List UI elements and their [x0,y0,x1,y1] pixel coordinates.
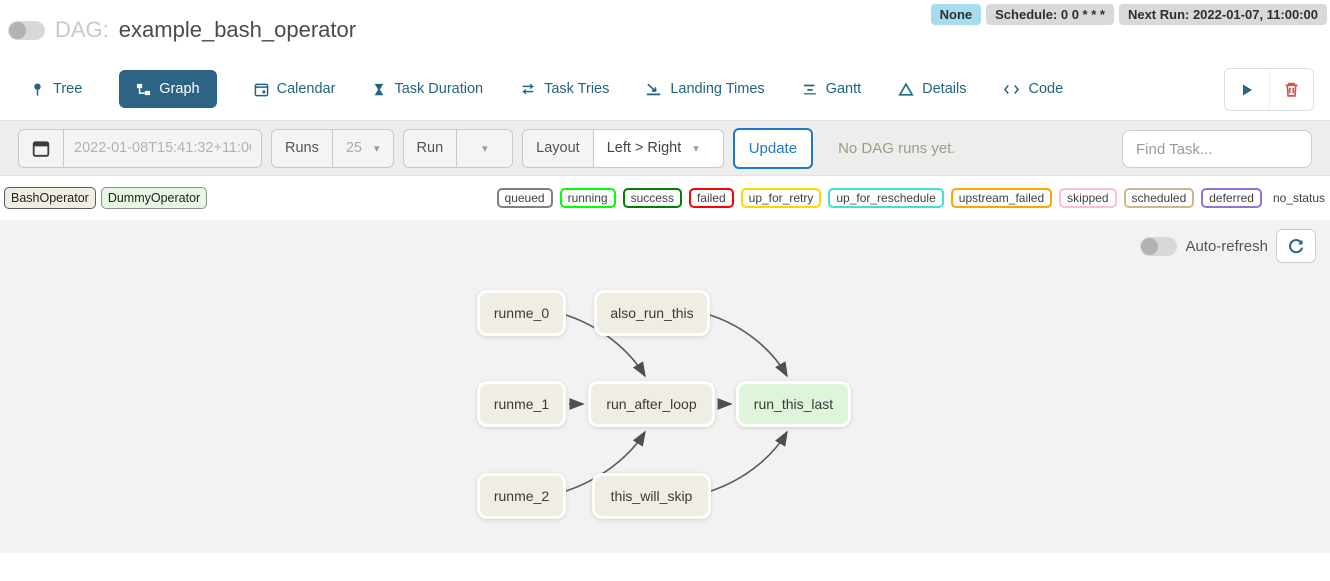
schedule-badges: None Schedule: 0 0 * * * Next Run: 2022-… [931,4,1327,25]
legend-bar: BashOperator DummyOperator queued runnin… [0,176,1330,220]
schedule-badge: Schedule: 0 0 * * * [986,4,1114,25]
auto-refresh-controls: Auto-refresh [1140,229,1316,263]
status-badge-up-for-reschedule: up_for_reschedule [828,188,943,208]
edge-this_will_skip-run_this_last [711,432,787,491]
delete-dag-button[interactable] [1269,69,1313,110]
dag-header: DAG: example_bash_operator None Schedule… [0,0,1330,58]
layout-group: Layout Left > Right [522,129,724,168]
calendar-icon [254,82,269,97]
graph-icon [136,82,151,97]
update-button[interactable]: Update [733,128,813,169]
execution-date-group [18,129,262,168]
refresh-button[interactable] [1276,229,1316,263]
tab-code[interactable]: Code [1003,81,1063,97]
details-icon [898,82,914,97]
auto-refresh-toggle[interactable] [1140,237,1177,256]
status-badge-queued: queued [497,188,553,208]
operator-badge-dummy: DummyOperator [101,187,207,209]
tab-label: Tree [53,81,82,97]
edge-also_run_this-run_this_last [710,315,787,376]
task-node-run_after_loop[interactable]: run_after_loop [588,381,715,427]
runs-group: Runs 25 [271,129,394,168]
dag-pause-toggle[interactable] [8,21,45,40]
run-select[interactable] [456,130,512,167]
trash-icon [1283,81,1300,98]
task-node-runme_0[interactable]: runme_0 [477,290,566,336]
tree-icon [30,82,45,97]
status-badge-deferred: deferred [1201,188,1262,208]
code-icon [1003,83,1020,96]
plane-landing-icon [646,82,662,97]
datepicker-button[interactable] [19,130,63,167]
tab-label: Graph [159,81,199,97]
task-node-runme_2[interactable]: runme_2 [477,473,566,519]
task-node-also_run_this[interactable]: also_run_this [594,290,710,336]
tab-task-duration[interactable]: Task Duration [372,81,483,97]
tab-details[interactable]: Details [898,81,966,97]
tab-label: Code [1028,81,1063,97]
runs-select[interactable]: 25 [332,130,393,167]
tab-label: Gantt [826,81,861,97]
operator-badge-bash: BashOperator [4,187,96,209]
run-group: Run [403,129,514,168]
refresh-icon [1287,237,1305,255]
play-icon [1239,82,1255,98]
tab-landing-times[interactable]: Landing Times [646,81,764,97]
task-node-run_this_last[interactable]: run_this_last [736,381,851,427]
dag-name: example_bash_operator [119,17,356,43]
runs-label: Runs [272,130,332,167]
tab-calendar[interactable]: Calendar [254,81,336,97]
find-task-input[interactable] [1122,130,1312,168]
tab-label: Landing Times [670,81,764,97]
status-label-no-status: no_status [1273,191,1325,205]
view-tabbar: Tree Graph Calendar Task Duration Task T… [0,58,1330,120]
next-run-badge: Next Run: 2022-01-07, 11:00:00 [1119,4,1327,25]
layout-label: Layout [523,130,593,167]
filter-bar: Runs 25 Run Layout Left > Right Update N… [0,120,1330,176]
task-node-runme_1[interactable]: runme_1 [477,381,566,427]
dag-label: DAG: [55,17,109,43]
status-badge-success: success [623,188,682,208]
run-label: Run [404,130,457,167]
no-runs-message: No DAG runs yet. [838,140,956,157]
trigger-dag-button[interactable] [1225,69,1269,110]
tab-task-tries[interactable]: Task Tries [520,81,609,97]
repeat-icon [520,82,536,96]
tab-label: Task Tries [544,81,609,97]
status-badge-skipped: skipped [1059,188,1116,208]
tab-graph[interactable]: Graph [119,70,216,108]
auto-refresh-label: Auto-refresh [1185,238,1268,255]
tab-tree[interactable]: Tree [30,81,82,97]
execution-date-input[interactable] [63,130,261,167]
status-badge-scheduled: scheduled [1124,188,1195,208]
hourglass-icon [372,82,386,97]
tags-badge: None [931,4,982,25]
tab-label: Calendar [277,81,336,97]
dag-actions [1224,68,1314,111]
tab-label: Task Duration [394,81,483,97]
tab-label: Details [922,81,966,97]
status-badge-failed: failed [689,188,734,208]
status-legend: queued running success failed up_for_ret… [497,176,1325,220]
graph-canvas[interactable]: Auto-refresh runme_0 also_run_this runme… [0,220,1330,553]
task-node-this_will_skip[interactable]: this_will_skip [592,473,711,519]
gantt-icon [802,82,818,96]
tab-gantt[interactable]: Gantt [802,81,861,97]
status-badge-running: running [560,188,616,208]
calendar-icon [32,139,50,158]
status-badge-up-for-retry: up_for_retry [741,188,822,208]
layout-select[interactable]: Left > Right [593,130,723,167]
status-badge-upstream-failed: upstream_failed [951,188,1052,208]
